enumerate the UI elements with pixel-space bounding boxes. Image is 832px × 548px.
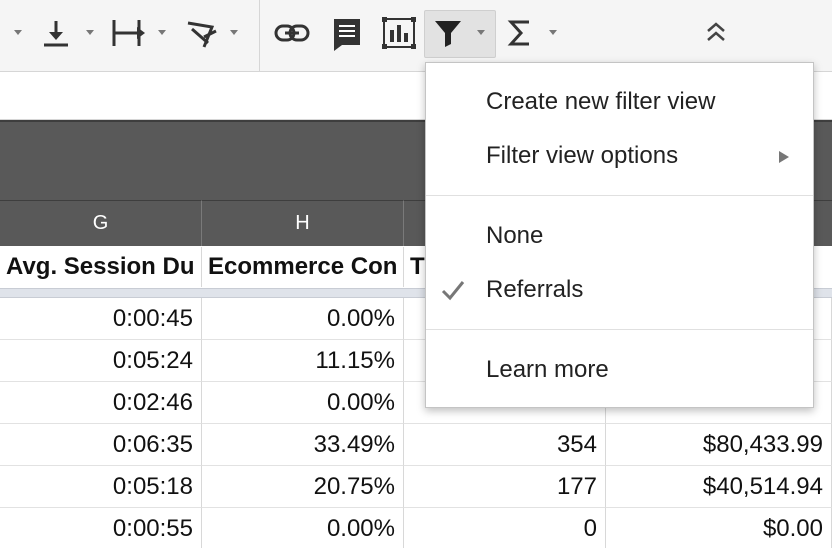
table-cell[interactable]: 0:00:45: [0, 298, 202, 340]
insert-comment-button[interactable]: [326, 10, 368, 56]
text-wrap-button[interactable]: [106, 10, 152, 56]
column-header-g[interactable]: G: [0, 200, 202, 246]
link-icon: [274, 24, 310, 42]
table-cell[interactable]: 0.00%: [202, 508, 404, 548]
table-cell[interactable]: 0:06:35: [0, 424, 202, 466]
table-cell[interactable]: 11.15%: [202, 340, 404, 382]
table-cell[interactable]: 354: [404, 424, 606, 466]
submenu-arrow-icon: [779, 151, 789, 163]
table-cell[interactable]: $40,514.94: [606, 466, 832, 508]
table-cell[interactable]: 177: [404, 466, 606, 508]
toolbar-divider: [259, 0, 260, 72]
chevron-down-icon[interactable]: [549, 30, 557, 35]
collapse-toolbar-button[interactable]: [698, 10, 734, 56]
menu-item-none[interactable]: None: [426, 209, 813, 263]
checkmark-icon: [441, 281, 465, 301]
text-rotation-icon: [187, 21, 217, 48]
table-cell[interactable]: 0.00%: [202, 382, 404, 424]
table-cell[interactable]: $0.00: [606, 508, 832, 548]
table-cell[interactable]: 20.75%: [202, 466, 404, 508]
align-bottom-icon: [44, 21, 68, 47]
collapse-toolbar-icon: [707, 22, 725, 41]
text-wrap-icon: [112, 20, 145, 46]
table-cell[interactable]: 0:05:24: [0, 340, 202, 382]
menu-divider: [426, 329, 813, 330]
header-cell-avg-session-duration[interactable]: Avg. Session Du: [0, 247, 202, 287]
chevron-down-icon[interactable]: [477, 30, 485, 35]
menu-item-filter-view-options[interactable]: Filter view options: [426, 129, 813, 183]
filter-menu: Create new filter view Filter view optio…: [425, 62, 814, 408]
chevron-down-icon[interactable]: [14, 30, 22, 35]
table-cell[interactable]: 0: [404, 508, 606, 548]
functions-icon: [507, 20, 529, 46]
menu-item-referrals[interactable]: Referrals: [426, 263, 813, 317]
header-cell-ecommerce-conversion[interactable]: Ecommerce Con: [202, 247, 404, 287]
menu-item-create-filter-view[interactable]: Create new filter view: [426, 75, 813, 129]
align-bottom-button[interactable]: [34, 10, 78, 56]
chevron-down-icon[interactable]: [86, 30, 94, 35]
menu-item-label: Filter view options: [486, 142, 679, 169]
table-cell[interactable]: 0:02:46: [0, 382, 202, 424]
text-rotation-button[interactable]: [178, 10, 224, 56]
filter-button-icon-wrap[interactable]: [428, 10, 468, 56]
chart-icon: [382, 17, 416, 49]
table-cell[interactable]: $80,433.99: [606, 424, 832, 466]
table-cell[interactable]: 0:05:18: [0, 466, 202, 508]
table-cell[interactable]: 0.00%: [202, 298, 404, 340]
menu-divider: [426, 195, 813, 196]
menu-item-label: Referrals: [486, 276, 584, 303]
table-cell[interactable]: 0:00:55: [0, 508, 202, 548]
insert-chart-button[interactable]: [376, 10, 422, 56]
menu-item-learn-more[interactable]: Learn more: [426, 343, 813, 397]
functions-button[interactable]: [502, 10, 538, 56]
insert-link-button[interactable]: [270, 10, 314, 56]
filter-icon: [435, 21, 461, 47]
comment-icon: [334, 19, 360, 51]
column-header-h[interactable]: H: [202, 200, 404, 246]
chevron-down-icon[interactable]: [230, 30, 238, 35]
table-cell[interactable]: 33.49%: [202, 424, 404, 466]
chevron-down-icon[interactable]: [158, 30, 166, 35]
